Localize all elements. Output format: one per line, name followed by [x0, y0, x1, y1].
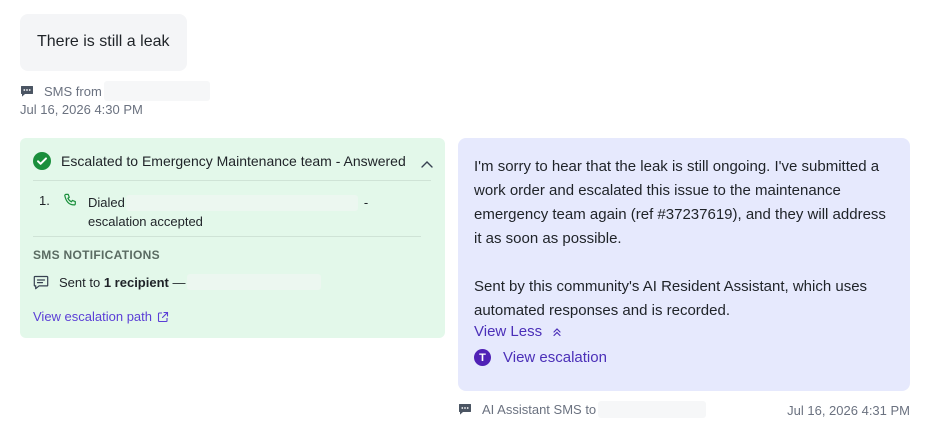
ai-channel-label: AI Assistant SMS to: [482, 402, 597, 417]
redacted-contact: [125, 194, 358, 211]
escalation-card: Escalated to Emergency Maintenance team …: [20, 138, 445, 338]
incoming-message-bubble: There is still a leak: [20, 14, 187, 71]
view-less-button[interactable]: View Less: [474, 323, 562, 340]
message-lines-icon: [33, 275, 49, 290]
view-escalation-label: View escalation: [503, 349, 607, 366]
sms-notification-row: Sent to 1 recipient —: [33, 274, 322, 290]
ai-reply-paragraph: I'm sorry to hear that the leak is still…: [474, 158, 886, 247]
redacted-recipient: [187, 274, 322, 290]
divider: [33, 180, 431, 181]
sent-prefix: Sent to: [59, 274, 101, 290]
redacted-phone-number: [103, 81, 210, 101]
recipient-count: 1 recipient: [103, 274, 169, 290]
divider: [33, 236, 421, 237]
phone-icon: [63, 193, 78, 211]
ai-reply-timestamp: Jul 16, 2026 4:31 PM: [787, 403, 910, 418]
sms-chat-icon: [458, 403, 472, 416]
sms-notifications-heading: SMS NOTIFICATIONS: [33, 248, 160, 262]
ai-reply-bubble: I'm sorry to hear that the leak is still…: [458, 138, 910, 391]
step-action: Dialed: [88, 195, 125, 210]
redacted-phone-number: [598, 401, 707, 418]
escalation-badge-icon: T: [474, 349, 491, 366]
view-escalation-path-label: View escalation path: [33, 309, 153, 324]
double-chevron-up-icon: [552, 327, 562, 337]
step-number: 1.: [39, 193, 50, 208]
escalation-title: Escalated to Emergency Maintenance team …: [61, 153, 406, 169]
incoming-message-text: There is still a leak: [37, 33, 170, 50]
chevron-up-icon[interactable]: [421, 155, 433, 173]
step-result: escalation accepted: [88, 214, 203, 229]
incoming-channel-label: SMS from: [44, 83, 102, 99]
incoming-timestamp: Jul 16, 2026 4:30 PM: [20, 102, 143, 117]
view-escalation-path-link[interactable]: View escalation path: [33, 309, 169, 324]
check-circle-icon: [33, 152, 51, 170]
sms-chat-icon: [20, 85, 34, 98]
incoming-message-meta: SMS from: [20, 81, 210, 101]
view-less-label: View Less: [474, 323, 543, 340]
escalation-header[interactable]: Escalated to Emergency Maintenance team …: [33, 152, 433, 170]
view-escalation-button[interactable]: T View escalation: [474, 349, 607, 366]
sent-dash: —: [172, 274, 186, 290]
ai-reply-meta: AI Assistant SMS to Jul 16, 2026 4:31 PM: [458, 401, 910, 419]
step-dash: -: [363, 195, 369, 210]
external-link-icon: [157, 311, 169, 323]
ai-disclaimer-paragraph: Sent by this community's AI Resident Ass…: [474, 278, 868, 319]
